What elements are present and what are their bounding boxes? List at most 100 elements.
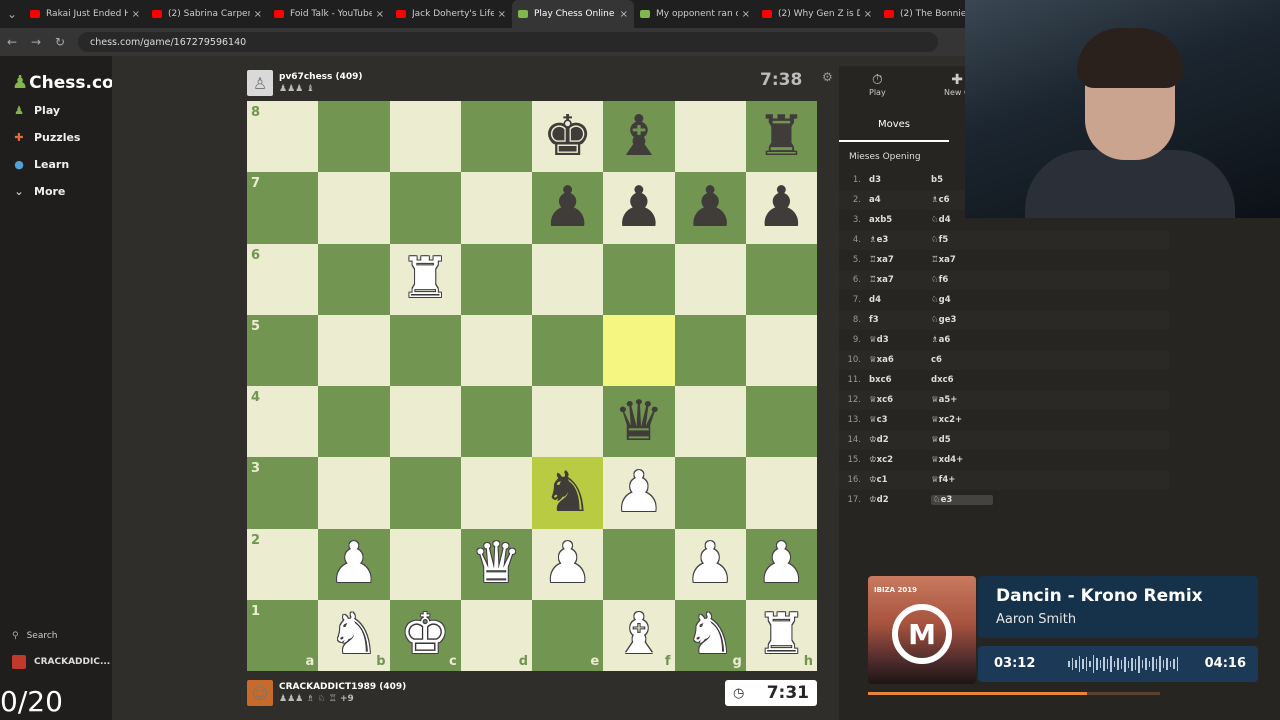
square-b6[interactable] bbox=[318, 243, 390, 315]
square-e3[interactable]: ♞ bbox=[532, 457, 604, 529]
browser-tab[interactable]: Play Chess Online for × bbox=[512, 0, 634, 28]
white-queen-icon[interactable]: ♛ bbox=[471, 536, 521, 592]
browser-tab[interactable]: Foid Talk - YouTube × bbox=[268, 0, 390, 28]
square-a1[interactable]: 1a bbox=[247, 599, 319, 671]
black-move[interactable]: ♘g4 bbox=[931, 295, 993, 305]
square-c4[interactable] bbox=[389, 386, 461, 458]
url-field[interactable]: chess.com/game/167279596140 bbox=[78, 32, 938, 52]
square-a8[interactable]: 8 bbox=[247, 101, 319, 173]
square-e8[interactable]: ♚ bbox=[532, 101, 604, 173]
square-f7[interactable]: ♟ bbox=[603, 172, 675, 244]
square-a4[interactable]: 4 bbox=[247, 386, 319, 458]
sidebar-user[interactable]: CRACKADDIC... bbox=[12, 655, 110, 669]
square-c3[interactable] bbox=[389, 457, 461, 529]
black-move[interactable]: c6 bbox=[931, 355, 993, 365]
white-move[interactable]: axb5 bbox=[869, 215, 931, 225]
square-f5[interactable] bbox=[603, 314, 675, 386]
sidebar-item-learn[interactable]: ● Learn bbox=[12, 157, 69, 171]
square-b8[interactable] bbox=[318, 101, 390, 173]
square-d7[interactable] bbox=[460, 172, 532, 244]
square-f6[interactable] bbox=[603, 243, 675, 315]
browser-tab[interactable]: Jack Doherty's Life Is × bbox=[390, 0, 512, 28]
white-pawn-icon[interactable]: ♟ bbox=[685, 536, 735, 592]
square-d6[interactable] bbox=[460, 243, 532, 315]
square-c7[interactable] bbox=[389, 172, 461, 244]
close-tab-icon[interactable]: × bbox=[254, 9, 262, 20]
black-pawn-icon[interactable]: ♟ bbox=[756, 179, 806, 236]
square-b1[interactable]: b ♞ bbox=[318, 599, 390, 671]
bottom-player-name[interactable]: CRACKADDICT1989 (409) bbox=[279, 682, 406, 692]
square-g5[interactable] bbox=[674, 314, 746, 386]
black-pawn-icon[interactable]: ♟ bbox=[543, 179, 593, 236]
top-player-name[interactable]: pv67chess (409) bbox=[279, 72, 363, 82]
browser-tab[interactable]: (2) Sabrina Carpenter × bbox=[146, 0, 268, 28]
square-g6[interactable] bbox=[674, 243, 746, 315]
black-move[interactable]: ♘e3 bbox=[931, 495, 993, 505]
white-move[interactable]: ♖xa7 bbox=[869, 255, 931, 265]
white-pawn-icon[interactable]: ♟ bbox=[329, 536, 379, 592]
sidebar-item-more[interactable]: ⌄ More bbox=[12, 184, 65, 198]
black-move[interactable]: ♘f6 bbox=[931, 275, 993, 285]
black-knight-icon[interactable]: ♞ bbox=[543, 464, 593, 521]
white-bishop-icon[interactable]: ♝ bbox=[614, 607, 664, 663]
square-c2[interactable] bbox=[389, 528, 461, 600]
black-pawn-icon[interactable]: ♟ bbox=[614, 179, 664, 236]
white-move[interactable]: ♕xa6 bbox=[869, 355, 931, 365]
white-move[interactable]: ♕d3 bbox=[869, 335, 931, 345]
square-d8[interactable] bbox=[460, 101, 532, 173]
white-move[interactable]: d4 bbox=[869, 295, 931, 305]
square-d3[interactable] bbox=[460, 457, 532, 529]
square-h8[interactable]: ♜ bbox=[745, 101, 817, 173]
white-pawn-icon[interactable]: ♟ bbox=[614, 464, 664, 521]
black-move[interactable]: ♕a5+ bbox=[931, 395, 993, 405]
settings-gear-icon[interactable]: ⚙ bbox=[822, 70, 833, 84]
top-player-avatar[interactable]: ♙ bbox=[247, 70, 273, 96]
tab-moves[interactable]: Moves bbox=[839, 112, 949, 142]
black-pawn-icon[interactable]: ♟ bbox=[685, 179, 735, 236]
black-move[interactable]: ♘ge3 bbox=[931, 315, 993, 325]
square-f8[interactable]: ♝ bbox=[603, 101, 675, 173]
white-move[interactable]: ♖xa7 bbox=[869, 275, 931, 285]
black-king-icon[interactable]: ♚ bbox=[543, 108, 593, 165]
square-h4[interactable] bbox=[745, 386, 817, 458]
square-h1[interactable]: h ♜ bbox=[745, 599, 817, 671]
square-e1[interactable]: e bbox=[532, 599, 604, 671]
square-d1[interactable]: d bbox=[460, 599, 532, 671]
close-tab-icon[interactable]: × bbox=[498, 9, 506, 20]
square-f3[interactable]: ♟ bbox=[603, 457, 675, 529]
square-h2[interactable]: ♟ bbox=[745, 528, 817, 600]
back-icon[interactable]: ← bbox=[0, 35, 24, 49]
square-d2[interactable]: ♛ bbox=[460, 528, 532, 600]
white-pawn-icon[interactable]: ♟ bbox=[756, 536, 806, 592]
white-rook-icon[interactable]: ♜ bbox=[400, 251, 450, 307]
browser-tab[interactable]: (2) Why Gen Z is DO × bbox=[756, 0, 878, 28]
sidebar-item-puzzles[interactable]: ✚ Puzzles bbox=[12, 130, 80, 144]
square-b4[interactable] bbox=[318, 386, 390, 458]
black-bishop-icon[interactable]: ♝ bbox=[614, 108, 664, 165]
square-c1[interactable]: c ♚ bbox=[389, 599, 461, 671]
sidebar-search[interactable]: ⚲ Search bbox=[12, 631, 58, 641]
square-a2[interactable]: 2 bbox=[247, 528, 319, 600]
white-move[interactable]: d3 bbox=[869, 175, 931, 185]
white-move[interactable]: ♔d2 bbox=[869, 435, 931, 445]
white-move[interactable]: ♕xc6 bbox=[869, 395, 931, 405]
square-e4[interactable] bbox=[532, 386, 604, 458]
white-rook-icon[interactable]: ♜ bbox=[756, 607, 806, 663]
white-knight-icon[interactable]: ♞ bbox=[329, 607, 379, 663]
square-f1[interactable]: f ♝ bbox=[603, 599, 675, 671]
chess-board[interactable]: 8 ♚ ♝ ♜ 7 ♟ ♟ ♟ ♟ 6 ♜ 5 4 ♛ 3 ♞ ♟ 2 ♟ ♛ ♟ ♟ ♟ 1 a b ♞ c ♚ d e f ♝ g ♞ h ♜ bbox=[247, 101, 817, 671]
square-a3[interactable]: 3 bbox=[247, 457, 319, 529]
square-c5[interactable] bbox=[389, 314, 461, 386]
white-knight-icon[interactable]: ♞ bbox=[685, 607, 735, 663]
square-f2[interactable] bbox=[603, 528, 675, 600]
square-g4[interactable] bbox=[674, 386, 746, 458]
browser-tab[interactable]: My opponent ran out × bbox=[634, 0, 756, 28]
reload-icon[interactable]: ↻ bbox=[48, 35, 72, 49]
square-h6[interactable] bbox=[745, 243, 817, 315]
square-a7[interactable]: 7 bbox=[247, 172, 319, 244]
square-c6[interactable]: ♜ bbox=[389, 243, 461, 315]
white-move[interactable]: f3 bbox=[869, 315, 931, 325]
square-g3[interactable] bbox=[674, 457, 746, 529]
square-e2[interactable]: ♟ bbox=[532, 528, 604, 600]
black-move[interactable]: dxc6 bbox=[931, 375, 993, 385]
